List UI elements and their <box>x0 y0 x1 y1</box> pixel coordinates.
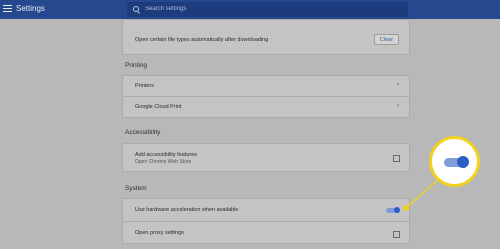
google-cloud-print-row[interactable]: Google Cloud Print › <box>123 96 409 117</box>
hw-accel-label: Use hardware acceleration when available <box>135 207 239 213</box>
printers-label: Printers <box>135 83 154 89</box>
menu-icon[interactable] <box>3 5 12 13</box>
search-icon <box>133 6 141 14</box>
add-accessibility-label: Add accessibility features <box>135 152 198 158</box>
printing-section-title: Printing <box>125 62 148 69</box>
hw-accel-toggle[interactable] <box>385 207 401 214</box>
add-accessibility-row[interactable]: Add accessibility features Open Chrome W… <box>123 144 409 171</box>
printers-row[interactable]: Printers › <box>123 76 409 96</box>
search-box[interactable] <box>127 2 408 17</box>
chevron-right-icon: › <box>397 82 399 88</box>
google-cloud-print-label: Google Cloud Print <box>135 104 182 110</box>
magnified-toggle <box>444 156 472 170</box>
printing-card: Printers › Google Cloud Print › <box>122 75 410 118</box>
external-link-icon[interactable] <box>393 155 400 162</box>
system-card: Use hardware acceleration when available… <box>122 198 410 244</box>
clear-button[interactable]: Clear <box>374 34 399 45</box>
hw-accel-row[interactable]: Use hardware acceleration when available <box>123 199 409 221</box>
callout-dot <box>403 205 409 211</box>
web-store-sublabel: Open Chrome Web Store <box>135 159 192 165</box>
callout-magnifier <box>429 136 480 187</box>
downloads-card: Open certain file types automatically af… <box>122 19 410 55</box>
top-bar: Settings <box>0 0 500 19</box>
chevron-right-icon: › <box>397 103 399 109</box>
accessibility-section-title: Accessibility <box>125 129 161 136</box>
proxy-row[interactable]: Open proxy settings <box>123 221 409 243</box>
proxy-label: Open proxy settings <box>135 230 184 236</box>
auto-open-label: Open certain file types automatically af… <box>135 37 269 43</box>
auto-open-row: Open certain file types automatically af… <box>123 28 409 52</box>
system-section-title: System <box>125 185 147 192</box>
external-link-icon[interactable] <box>393 231 400 238</box>
search-input[interactable] <box>145 3 395 15</box>
app-title: Settings <box>16 4 45 13</box>
accessibility-card: Add accessibility features Open Chrome W… <box>122 143 410 172</box>
